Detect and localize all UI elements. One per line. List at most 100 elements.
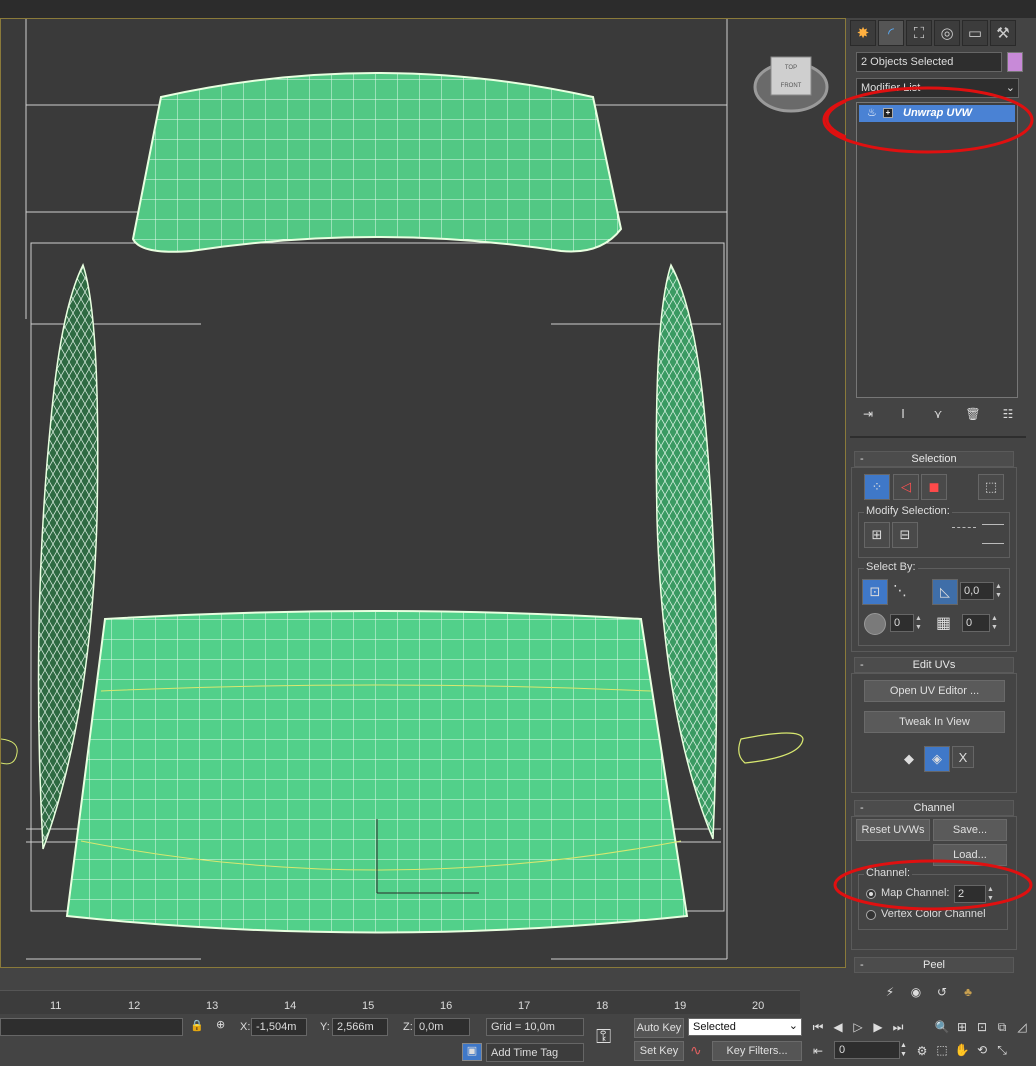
time-configuration-icon[interactable]: ⚙ (912, 1041, 932, 1061)
previous-frame-icon[interactable]: ◀ (828, 1017, 848, 1037)
zoom-icon[interactable]: 🔍 (932, 1017, 952, 1037)
auto-key-button[interactable]: Auto Key (634, 1018, 684, 1038)
play-icon[interactable]: ▷ (848, 1017, 868, 1037)
timeline-ruler[interactable]: 11 12 13 14 15 16 17 18 19 20 (0, 990, 800, 1014)
angle-spinner[interactable]: 0,0 ▲ ▼ (960, 582, 1003, 600)
make-unique-icon[interactable]: ⋎ (928, 404, 948, 424)
polygon-subobject-icon[interactable]: ■ (921, 474, 947, 500)
reset-peel-icon[interactable]: ↺ (932, 982, 952, 1002)
collapse-icon: - (860, 802, 864, 814)
go-to-start-icon[interactable]: ⏮ (808, 1017, 828, 1037)
quick-peel-icon[interactable]: ◆ (896, 746, 922, 772)
planar-angle-icon[interactable]: ◺ (932, 579, 958, 605)
pin-icon[interactable]: ♣ (958, 982, 978, 1002)
zoom-extents-icon[interactable]: ⊡ (972, 1017, 992, 1037)
z-coordinate-field[interactable]: 0,0m (414, 1018, 470, 1036)
viewcube[interactable]: TOP FRONT (753, 56, 829, 113)
field-of-view-icon[interactable]: ◿ (1012, 1017, 1032, 1037)
element-subobject-icon[interactable]: ⬚ (978, 474, 1004, 500)
zoom-region-icon[interactable]: ⬚ (932, 1040, 952, 1060)
zoom-extents-all-icon[interactable]: ⧉ (992, 1017, 1012, 1037)
motion-tab-icon[interactable]: ◎ (934, 20, 960, 46)
pin-stack-icon[interactable]: ⇥ (858, 404, 878, 424)
edit-uvs-rollout-header[interactable]: - Edit UVs (854, 657, 1014, 673)
object-color-swatch[interactable] (1007, 52, 1023, 72)
lock-icon[interactable]: 🔒 (190, 1019, 204, 1032)
close-icon[interactable]: X (952, 746, 974, 768)
hierarchy-tab-icon[interactable]: ⛶ (906, 20, 932, 46)
peel-mode-icon[interactable]: ◉ (906, 982, 926, 1002)
key-mode-dropdown[interactable]: Selected ⌄ (688, 1018, 802, 1036)
save-button[interactable]: Save... (933, 819, 1007, 841)
spinner-arrows-icon[interactable]: ▲ ▼ (914, 614, 923, 632)
set-key-button[interactable]: Set Key (634, 1041, 684, 1061)
grow-selection-icon[interactable]: ⊞ (864, 522, 890, 548)
edge-subobject-icon[interactable]: ◁ (893, 474, 919, 500)
object-name-field[interactable]: 2 Objects Selected (856, 52, 1002, 72)
maximize-viewport-icon[interactable]: ⤡ (992, 1040, 1012, 1060)
go-to-end-icon[interactable]: ⏭ (888, 1017, 908, 1037)
next-frame-icon[interactable]: ▶ (868, 1017, 888, 1037)
timeline-tick: 12 (128, 1000, 141, 1012)
pan-icon[interactable]: ✋ (952, 1040, 972, 1060)
selection-rollout-header[interactable]: - Selection (854, 451, 1014, 467)
playback-controls: ⏮ ◀ ▷ ▶ ⏭ (808, 1017, 928, 1037)
timeline-tick: 20 (752, 1000, 765, 1012)
viewport[interactable]: TOP FRONT (0, 18, 847, 968)
tweak-icon[interactable]: ◈ (924, 746, 950, 772)
grid-select-icon[interactable]: ▦ (936, 613, 951, 633)
viewcube-top-label: TOP (785, 65, 797, 71)
time-tag-icon[interactable]: ▣ (462, 1043, 482, 1061)
vertex-subobject-icon[interactable]: ⁘ (864, 474, 890, 500)
open-uv-editor-button[interactable]: Open UV Editor ... (864, 680, 1005, 702)
add-time-tag-button[interactable]: Add Time Tag (486, 1043, 584, 1062)
select-by-smoothing-icon[interactable] (864, 613, 886, 635)
key-filters-button[interactable]: Key Filters... (712, 1041, 802, 1061)
angle-spinner-value[interactable]: 0,0 (960, 582, 994, 600)
peel-rollout-header[interactable]: - Peel (854, 957, 1014, 973)
configure-modifier-sets-icon[interactable]: ☷ (998, 404, 1018, 424)
timeline-tick: 13 (206, 1000, 219, 1012)
key-icon[interactable]: ⚿ (596, 1026, 611, 1049)
x-coordinate-field[interactable]: -1,504m (251, 1018, 307, 1036)
spinner-b[interactable]: 0 ▲ ▼ (962, 614, 999, 632)
ring-icon[interactable] (982, 524, 1004, 544)
spinner-b-value[interactable]: 0 (962, 614, 990, 632)
prompt-line[interactable] (0, 1018, 183, 1036)
y-coordinate-field[interactable]: 2,566m (332, 1018, 388, 1036)
current-frame-field[interactable]: 0 (834, 1041, 900, 1059)
spinner-a-value[interactable]: 0 (890, 614, 914, 632)
point-to-point-icon[interactable]: ⋱ (893, 582, 907, 599)
show-end-result-icon[interactable]: Ⅰ (893, 404, 913, 424)
zoom-all-icon[interactable]: ⊞ (952, 1017, 972, 1037)
mesh-fragment-left (1, 738, 18, 765)
spinner-a[interactable]: 0 ▲ ▼ (890, 614, 923, 632)
curve-editor-icon[interactable]: ∿ (690, 1042, 702, 1059)
orbit-icon[interactable]: ⟲ (972, 1040, 992, 1060)
spinner-arrows-icon[interactable]: ▲ ▼ (994, 582, 1003, 600)
key-mode-toggle-icon[interactable]: ⇤ (808, 1041, 828, 1061)
spinner-arrows-icon[interactable]: ▲ ▼ (900, 1041, 907, 1059)
create-tab-icon[interactable]: ✸ (850, 20, 876, 46)
channel-rollout-header[interactable]: - Channel (854, 800, 1014, 816)
timeline-tick: 16 (440, 1000, 453, 1012)
reset-uvws-button[interactable]: Reset UVWs (856, 819, 930, 841)
absolute-mode-icon[interactable]: ⊕ (216, 1018, 225, 1031)
modify-tab-icon[interactable]: ◜ (878, 20, 904, 46)
remove-modifier-icon[interactable]: 🗑 (963, 404, 983, 424)
shrink-selection-icon[interactable]: ⊟ (892, 522, 918, 548)
display-tab-icon[interactable]: ▭ (962, 20, 988, 46)
quick-peel-tool-icon[interactable]: ⚡ (880, 982, 900, 1002)
command-panel-tabs: ✸ ◜ ⛶ ◎ ▭ ⚒ (850, 20, 1030, 46)
mesh-right-side[interactable] (655, 263, 718, 840)
tweak-in-view-button[interactable]: Tweak In View (864, 711, 1005, 733)
utilities-tab-icon[interactable]: ⚒ (990, 20, 1016, 46)
annotation-circle-stack-panel (822, 86, 1034, 154)
loop-icon[interactable] (952, 527, 976, 531)
mesh-backrest[interactable] (131, 72, 623, 253)
selection-rollout-title: Selection (911, 453, 957, 465)
spinner-arrows-icon[interactable]: ▲ ▼ (990, 614, 999, 632)
select-by-element-icon[interactable]: ⊡ (862, 579, 888, 605)
z-label: Z: (403, 1021, 413, 1033)
timeline-tick: 14 (284, 1000, 297, 1012)
